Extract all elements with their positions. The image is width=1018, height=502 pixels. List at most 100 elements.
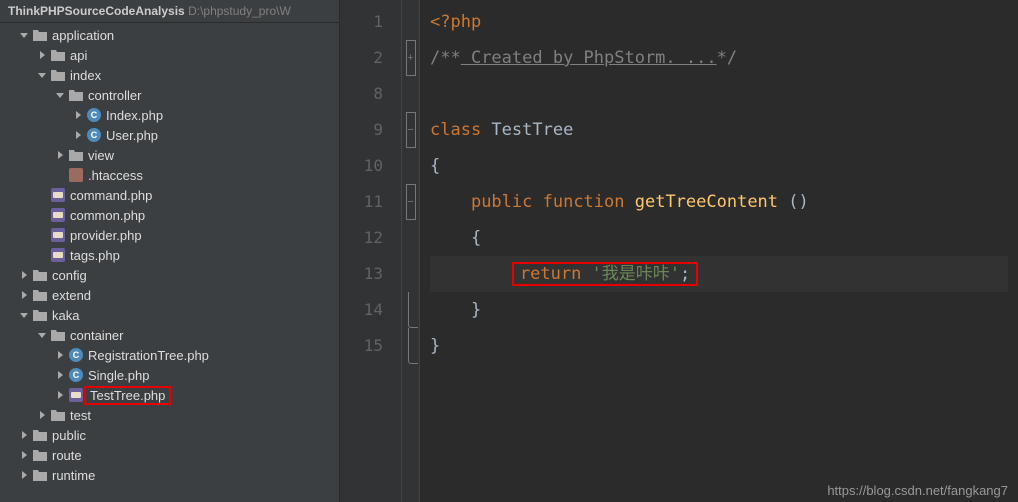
fold-indicator[interactable]: +	[402, 40, 419, 76]
code-token: {	[471, 228, 481, 248]
fold-indicator	[402, 4, 419, 40]
tree-item-label: application	[52, 28, 114, 43]
line-gutter: 1289101112131415	[340, 0, 402, 502]
php-icon	[50, 187, 66, 203]
php-icon	[50, 207, 66, 223]
expand-arrow-icon	[36, 209, 48, 221]
folder-controller[interactable]: controller	[0, 85, 339, 105]
expand-arrow-icon[interactable]	[54, 349, 66, 361]
expand-arrow-icon[interactable]	[18, 269, 30, 281]
expand-arrow-icon[interactable]	[72, 109, 84, 121]
expand-arrow-icon[interactable]	[18, 469, 30, 481]
file-single-php[interactable]: CSingle.php	[0, 365, 339, 385]
code-token: getTreeContent	[625, 192, 779, 212]
file-testtree-php[interactable]: TestTree.php	[0, 385, 339, 405]
tree-item-label: TestTree.php	[84, 386, 171, 405]
file-registrationtree-php[interactable]: C RegistrationTree.php	[0, 345, 339, 365]
folder-icon	[68, 87, 84, 103]
expand-arrow-icon[interactable]	[18, 429, 30, 441]
file-provider-php[interactable]: provider.php	[0, 225, 339, 245]
class-icon: C	[68, 347, 84, 363]
fold-indicator[interactable]	[402, 292, 419, 328]
htaccess-icon	[68, 167, 84, 183]
folder-extend[interactable]: extend	[0, 285, 339, 305]
tree-item-label: api	[70, 48, 87, 63]
line-number: 15	[340, 328, 401, 364]
tree-item-label: tags.php	[70, 248, 120, 263]
fold-indicator	[402, 148, 419, 184]
class-icon: C	[68, 367, 84, 383]
folder-runtime[interactable]: runtime	[0, 465, 339, 485]
folder-icon	[68, 147, 84, 163]
expand-arrow-icon[interactable]	[36, 49, 48, 61]
code-token: Created by PhpStorm. ...	[461, 48, 717, 68]
file-common-php[interactable]: common.php	[0, 205, 339, 225]
tree-item-label: public	[52, 428, 86, 443]
tree-item-label: User.php	[106, 128, 158, 143]
fold-indicator[interactable]: −	[402, 112, 419, 148]
folder-public[interactable]: public	[0, 425, 339, 445]
file-user-php[interactable]: CUser.php	[0, 125, 339, 145]
expand-arrow-icon[interactable]	[36, 69, 48, 81]
line-number: 13	[340, 256, 401, 292]
folder-application[interactable]: application	[0, 25, 339, 45]
project-tree[interactable]: applicationapiindexcontrollerCIndex.phpC…	[0, 23, 339, 502]
fold-indicator	[402, 256, 419, 292]
tree-item-label: command.php	[70, 188, 152, 203]
expand-arrow-icon	[36, 229, 48, 241]
code-token: <?php	[430, 12, 481, 32]
line-number: 9	[340, 112, 401, 148]
code-token: {	[430, 156, 440, 176]
project-name: ThinkPHPSourceCodeAnalysis	[8, 4, 185, 18]
folder-icon	[50, 47, 66, 63]
expand-arrow-icon[interactable]	[18, 289, 30, 301]
folder-test[interactable]: test	[0, 405, 339, 425]
tree-item-label: route	[52, 448, 82, 463]
fold-indicator	[402, 220, 419, 256]
code-editor[interactable]: 1289101112131415 +−− <?php /** Created b…	[340, 0, 1018, 502]
line-number: 12	[340, 220, 401, 256]
tree-item-label: runtime	[52, 468, 95, 483]
watermark: https://blog.csdn.net/fangkang7	[827, 483, 1008, 498]
folder-index[interactable]: index	[0, 65, 339, 85]
folder-api[interactable]: api	[0, 45, 339, 65]
php-icon	[68, 387, 84, 403]
folder-icon	[32, 287, 48, 303]
code-area[interactable]: <?php /** Created by PhpStorm. ...*/ cla…	[420, 0, 1018, 502]
code-token: /**	[430, 48, 461, 68]
code-token: class	[430, 120, 481, 140]
expand-arrow-icon[interactable]	[36, 409, 48, 421]
folder-route[interactable]: route	[0, 445, 339, 465]
tree-item-label: provider.php	[70, 228, 142, 243]
fold-indicator[interactable]	[402, 328, 419, 364]
line-number: 2	[340, 40, 401, 76]
breadcrumb[interactable]: ThinkPHPSourceCodeAnalysis D:\phpstudy_p…	[0, 0, 339, 23]
expand-arrow-icon[interactable]	[36, 329, 48, 341]
tree-item-label: Index.php	[106, 108, 163, 123]
folder-kaka[interactable]: kaka	[0, 305, 339, 325]
expand-arrow-icon[interactable]	[18, 449, 30, 461]
file-index-php[interactable]: CIndex.php	[0, 105, 339, 125]
folder-icon	[32, 267, 48, 283]
file-htaccess[interactable]: .htaccess	[0, 165, 339, 185]
file-tags-php[interactable]: tags.php	[0, 245, 339, 265]
folder-view[interactable]: view	[0, 145, 339, 165]
folder-container[interactable]: container	[0, 325, 339, 345]
tree-item-label: controller	[88, 88, 141, 103]
expand-arrow-icon[interactable]	[54, 369, 66, 381]
expand-arrow-icon[interactable]	[72, 129, 84, 141]
file-command-php[interactable]: command.php	[0, 185, 339, 205]
code-token: */	[717, 48, 737, 68]
expand-arrow-icon[interactable]	[18, 29, 30, 41]
tree-item-label: index	[70, 68, 101, 83]
folder-config[interactable]: config	[0, 265, 339, 285]
fold-strip[interactable]: + − −	[402, 0, 420, 502]
tree-item-label: RegistrationTree.php	[88, 348, 209, 363]
expand-arrow-icon[interactable]	[18, 309, 30, 321]
tree-item-label: test	[70, 408, 91, 423]
expand-arrow-icon[interactable]	[54, 89, 66, 101]
fold-indicator[interactable]: −	[402, 184, 419, 220]
folder-icon	[50, 407, 66, 423]
expand-arrow-icon[interactable]	[54, 389, 66, 401]
expand-arrow-icon[interactable]	[54, 149, 66, 161]
